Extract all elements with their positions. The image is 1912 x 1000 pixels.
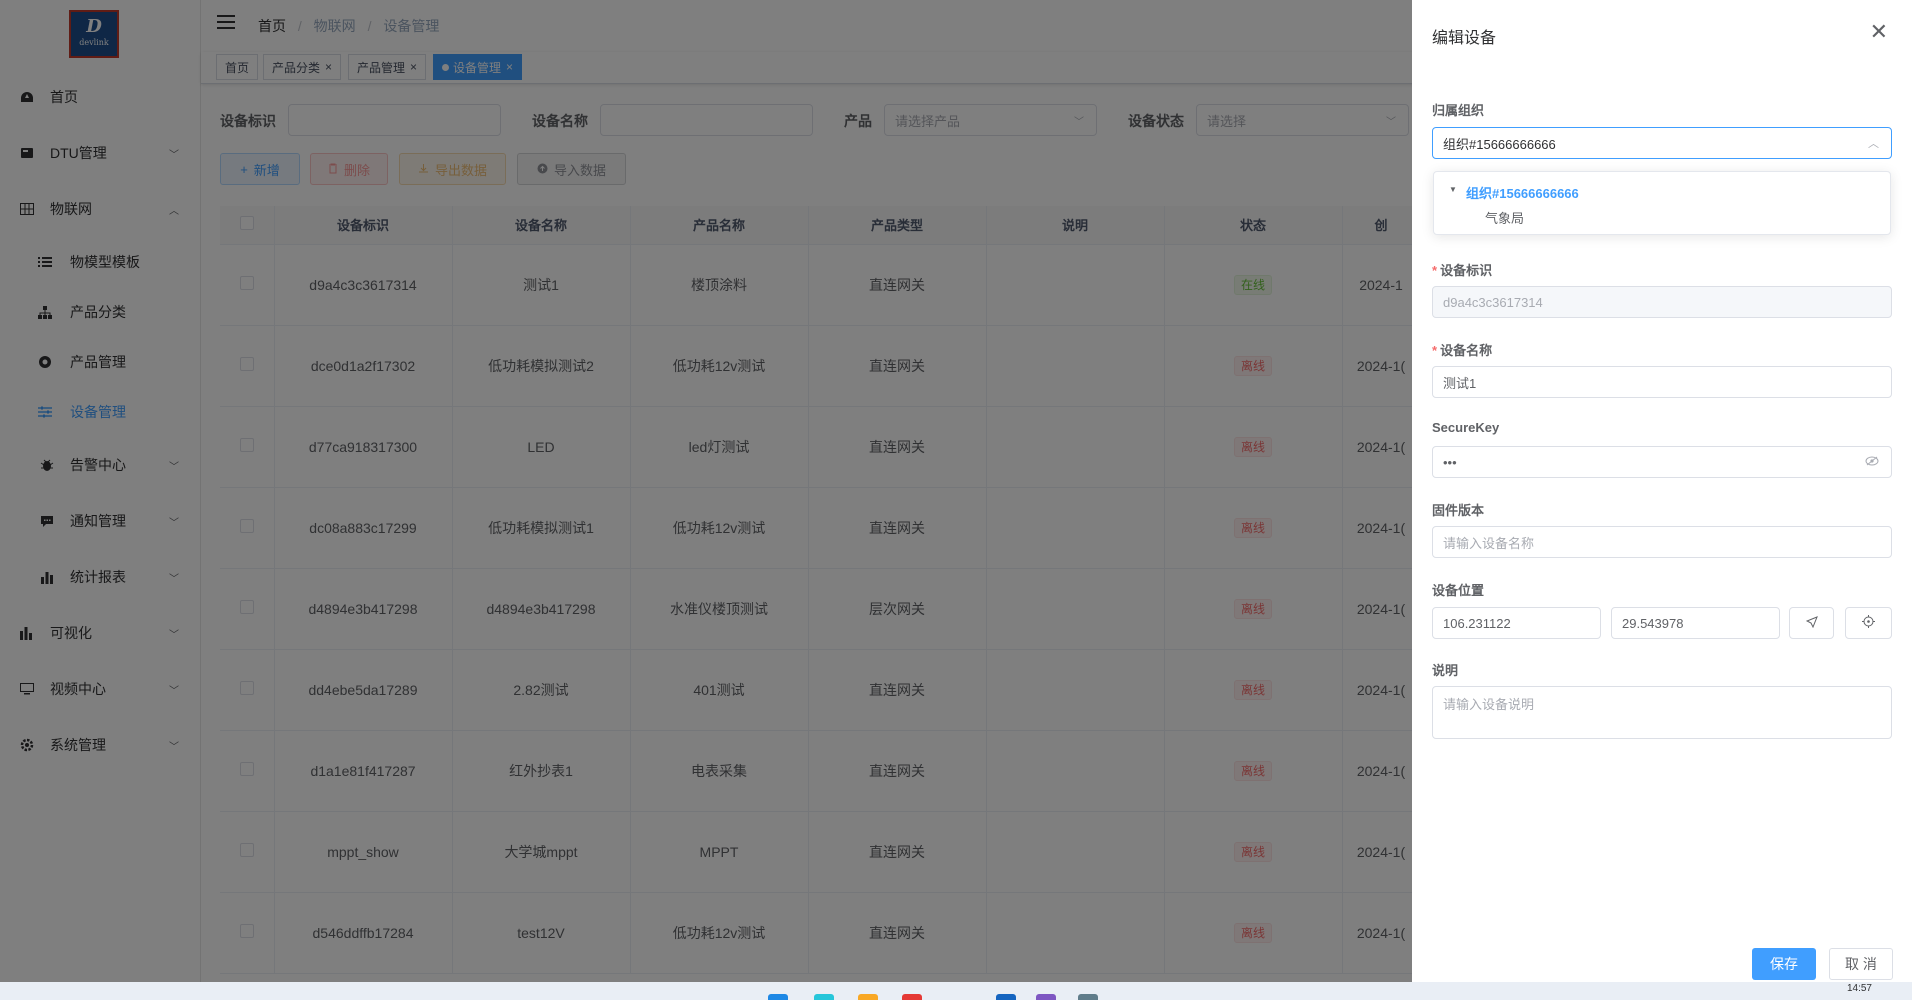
longitude-input[interactable]: 106.231122 — [1432, 607, 1601, 639]
firmware-input[interactable]: 请输入设备名称 — [1432, 526, 1892, 558]
securekey-label: SecureKey — [1432, 420, 1500, 435]
folder-icon[interactable] — [858, 994, 878, 1000]
latitude-input[interactable]: 29.543978 — [1611, 607, 1780, 639]
device-id-value: d9a4c3c3617314 — [1443, 294, 1543, 310]
chevron-up-icon: ︿ — [1868, 138, 1879, 150]
caret-down-icon[interactable]: ▼ — [1449, 185, 1457, 194]
eye-off-icon[interactable] — [1865, 456, 1879, 469]
device-name-label: * 设备名称 — [1432, 343, 1493, 358]
device-name-value: 测试1 — [1443, 375, 1477, 391]
navigation-icon — [1805, 615, 1818, 631]
browser-icon[interactable] — [814, 994, 834, 1000]
location-label: 设备位置 — [1432, 583, 1485, 598]
locate-button[interactable] — [1845, 607, 1892, 639]
latitude-value: 29.543978 — [1622, 615, 1684, 631]
org-tree-dropdown: ▼ 组织#15666666666 气象局 — [1433, 171, 1891, 235]
firmware-placeholder: 请输入设备名称 — [1443, 535, 1535, 551]
os-taskbar: 14:57 — [0, 982, 1912, 1000]
securekey-input[interactable]: ••• — [1432, 446, 1892, 478]
vscode-icon[interactable] — [996, 994, 1016, 1000]
device-id-label: * 设备标识 — [1432, 263, 1493, 278]
longitude-value: 106.231122 — [1443, 615, 1511, 631]
tree-node-root[interactable]: 组织#15666666666 — [1466, 183, 1579, 202]
terminal-icon[interactable] — [1078, 994, 1098, 1000]
firmware-label: 固件版本 — [1432, 503, 1485, 518]
taskbar-clock[interactable]: 14:57 — [1847, 983, 1872, 994]
save-button[interactable]: 保存 — [1752, 948, 1816, 980]
description-label: 说明 — [1432, 663, 1459, 678]
device-name-label-text: 设备名称 — [1440, 343, 1493, 358]
org-label: 归属组织 — [1432, 103, 1485, 118]
edit-device-drawer: 编辑设备 ✕ 归属组织 组织#15666666666 ︿ ▼ 组织#156666… — [1412, 0, 1912, 982]
windows-start-icon[interactable] — [768, 994, 788, 1000]
app-root: D devlink 首页 DTU管理 ﹀ 物联网 ︿ — [0, 0, 1912, 1000]
navigate-button[interactable] — [1789, 607, 1834, 639]
cancel-button[interactable]: 取 消 — [1829, 948, 1893, 980]
tree-node-child[interactable]: 气象局 — [1485, 208, 1524, 227]
description-textarea[interactable]: 请输入设备说明 — [1432, 686, 1892, 739]
device-id-label-text: 设备标识 — [1440, 263, 1493, 278]
chrome-icon[interactable] — [902, 994, 922, 1000]
close-icon[interactable]: ✕ — [1870, 21, 1888, 43]
device-name-input[interactable]: 测试1 — [1432, 366, 1892, 398]
drawer-title: 编辑设备 — [1432, 30, 1497, 47]
description-placeholder: 请输入设备说明 — [1443, 697, 1535, 712]
device-id-input: d9a4c3c3617314 — [1432, 286, 1892, 318]
org-tree-select[interactable]: 组织#15666666666 ︿ — [1432, 127, 1892, 159]
org-value: 组织#15666666666 — [1443, 136, 1556, 152]
visual-studio-icon[interactable] — [1036, 994, 1056, 1000]
securekey-value: ••• — [1443, 454, 1457, 470]
crosshair-icon — [1862, 615, 1875, 631]
